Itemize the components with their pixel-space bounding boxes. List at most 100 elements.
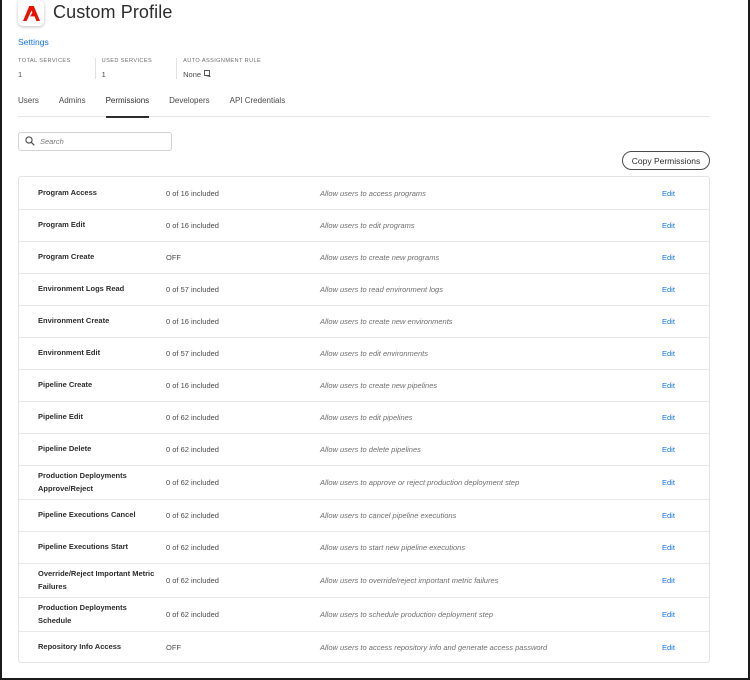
permission-description: Allow users to create new environments <box>320 317 453 326</box>
edit-link[interactable]: Edit <box>662 632 675 663</box>
permission-description: Allow users to schedule production deplo… <box>320 610 494 619</box>
table-row: Environment Edit 0 of 57 included Allow us… <box>19 337 709 369</box>
permission-count: OFF <box>166 643 181 652</box>
stat-used-services: USED SERVICES 1 <box>94 58 170 79</box>
permission-name: Program Access <box>38 187 97 197</box>
edit-link[interactable]: Edit <box>662 242 675 273</box>
edit-link[interactable]: Edit <box>662 564 675 597</box>
permission-count: 0 of 57 included <box>166 349 219 358</box>
stat-value: 1 <box>101 70 106 79</box>
permission-name: Environment Logs Read <box>38 284 125 294</box>
table-row: Repository Info Access OFF Allow users to … <box>19 631 709 663</box>
table-row: Environment Logs Read 0 of 57 included All… <box>19 273 709 305</box>
table-row: Environment Create 0 of 16 included Allow … <box>19 305 709 337</box>
permission-description: Allow users to edit programs <box>320 221 415 230</box>
permission-name: Pipeline Edit <box>38 412 84 422</box>
permission-name: Pipeline Create <box>38 380 93 390</box>
tab-developers[interactable]: Developers <box>169 92 209 117</box>
stat-label: TOTAL SERVICES <box>18 58 71 64</box>
copy-permissions-button[interactable]: Copy Permissions <box>622 151 710 170</box>
permission-name: Environment Create <box>38 316 110 326</box>
permission-count: 0 of 57 included <box>166 285 219 294</box>
permission-name: Pipeline Executions Cancel <box>38 510 136 520</box>
table-row: Pipeline Executions Start 0 of 62 include… <box>19 531 709 563</box>
adobe-logo-icon <box>18 0 44 26</box>
permissions-table: Program Access 0 of 16 included Allow user… <box>18 176 710 663</box>
permission-name: Pipeline Delete <box>38 444 92 454</box>
info-icon[interactable] <box>204 70 211 79</box>
table-row: Pipeline Executions Cancel 0 of 62 includ… <box>19 499 709 531</box>
permission-description: Allow users to access repository info an… <box>320 643 548 652</box>
app-window: Custom Profile Settings TOTAL SERVICES 1… <box>0 0 750 680</box>
tab-api-credentials[interactable]: API Credentials <box>230 92 286 117</box>
permission-description: Allow users to edit pipelines <box>320 413 413 422</box>
edit-link[interactable]: Edit <box>662 532 675 563</box>
table-row: Program Access 0 of 16 included Allow user… <box>19 177 709 209</box>
permission-description: Allow users to approve or reject product… <box>320 478 520 487</box>
permission-description: Allow users to read environment logs <box>320 285 443 294</box>
permission-description: Allow users to access programs <box>320 188 426 198</box>
edit-link[interactable]: Edit <box>662 466 675 499</box>
edit-link[interactable]: Edit <box>662 210 675 241</box>
edit-link[interactable]: Edit <box>662 370 675 401</box>
permission-description: Allow users to edit environments <box>320 349 428 358</box>
search-box <box>18 132 172 151</box>
permission-count: 0 of 62 included <box>166 543 219 552</box>
page-header: Custom Profile <box>18 0 172 30</box>
edit-link[interactable]: Edit <box>662 434 675 465</box>
permission-count: 0 of 62 included <box>166 413 219 422</box>
stat-label: USED SERVICES <box>101 58 153 64</box>
table-row: Override/Reject Important Metric Failure… <box>19 563 709 597</box>
permission-name: Environment Edit <box>38 348 101 358</box>
permission-count: 0 of 62 included <box>166 478 219 487</box>
table-row: Pipeline Delete 0 of 62 included Allow use… <box>19 433 709 465</box>
settings-link[interactable]: Settings <box>18 37 49 47</box>
table-row: Program Edit 0 of 16 included Allow users … <box>19 209 709 241</box>
edit-link[interactable]: Edit <box>662 500 675 531</box>
tab-admins[interactable]: Admins <box>59 92 86 117</box>
stat-total-services: TOTAL SERVICES 1 <box>18 58 89 79</box>
permission-count: 0 of 62 included <box>166 610 219 619</box>
edit-link[interactable]: Edit <box>662 177 675 209</box>
permission-description: Allow users to create new programs <box>320 253 440 262</box>
page-title: Custom Profile <box>53 1 173 22</box>
edit-link[interactable]: Edit <box>662 338 675 369</box>
search-icon <box>25 133 35 151</box>
tab-bar: Users Admins Permissions Developers API … <box>18 92 710 118</box>
permission-description: Allow users to override/reject important… <box>320 576 499 585</box>
edit-link[interactable]: Edit <box>662 306 675 337</box>
permission-name: Production Deployments Approve/Reject <box>38 471 127 493</box>
permission-name: Repository Info Access <box>38 642 122 652</box>
edit-link[interactable]: Edit <box>662 274 675 305</box>
permission-name: Production Deployments Schedule <box>38 603 127 625</box>
permission-description: Allow users to start new pipeline execut… <box>320 543 466 552</box>
table-row: Pipeline Create 0 of 16 included Allow use… <box>19 369 709 401</box>
permission-count: 0 of 16 included <box>166 188 219 198</box>
stat-value-row: None <box>183 70 261 79</box>
permission-count: 0 of 16 included <box>166 221 219 230</box>
table-row: Production Deployments Schedule 0 of 62 i… <box>19 597 709 631</box>
stats-bar: TOTAL SERVICES 1 USED SERVICES 1 AUTO AS… <box>18 58 285 79</box>
permission-count: 0 of 16 included <box>166 317 219 326</box>
permission-description: Allow users to cancel pipeline execution… <box>320 511 457 520</box>
stat-value: None <box>183 70 202 79</box>
edit-link[interactable]: Edit <box>662 402 675 433</box>
permission-count: 0 of 62 included <box>166 576 219 585</box>
permission-name: Override/Reject Important Metric Failure… <box>38 569 155 591</box>
permission-count: 0 of 16 included <box>166 381 219 390</box>
edit-link[interactable]: Edit <box>662 598 675 631</box>
stat-auto-assignment-rule: AUTO ASSIGNMENT RULE None <box>176 58 279 79</box>
permission-name: Program Create <box>38 252 95 262</box>
permission-count: 0 of 62 included <box>166 511 219 520</box>
tab-users[interactable]: Users <box>18 92 39 117</box>
table-row: Production Deployments Approve/Reject 0 o… <box>19 465 709 499</box>
stat-value: 1 <box>18 70 23 79</box>
permission-description: Allow users to delete pipelines <box>320 445 421 454</box>
permission-count: OFF <box>166 253 181 262</box>
permission-count: 0 of 62 included <box>166 445 219 454</box>
table-row: Pipeline Edit 0 of 62 included Allow users… <box>19 401 709 433</box>
tab-permissions[interactable]: Permissions <box>105 92 149 118</box>
permission-description: Allow users to create new pipelines <box>320 381 438 390</box>
permission-name: Program Edit <box>38 220 86 230</box>
search-input[interactable] <box>40 137 160 146</box>
